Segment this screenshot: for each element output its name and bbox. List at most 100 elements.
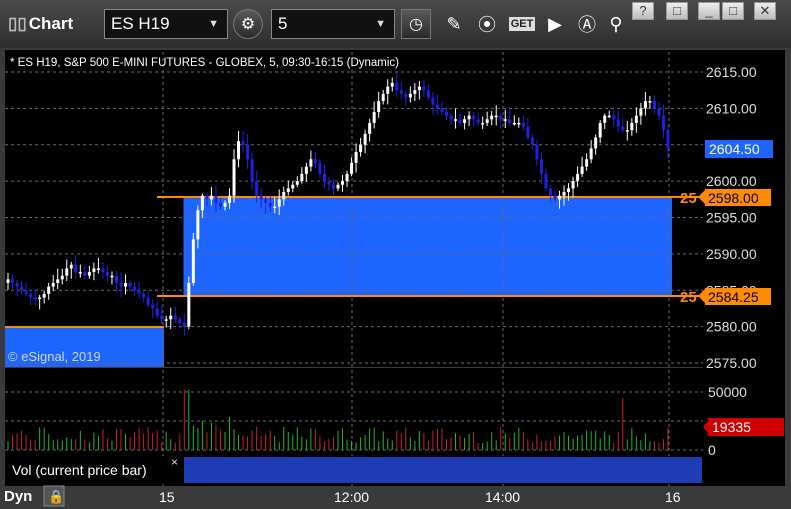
candle-body	[146, 297, 150, 305]
candle-body	[160, 315, 164, 320]
candle-body	[60, 275, 64, 280]
candle-body	[155, 308, 159, 316]
candle-body	[327, 181, 331, 185]
candle-body	[124, 282, 128, 287]
candle-body	[33, 297, 37, 300]
candle-body	[598, 122, 602, 138]
candle-body	[512, 122, 516, 125]
candle-body	[69, 264, 73, 269]
candle-body	[576, 173, 580, 182]
mode-label[interactable]: Dyn	[4, 488, 32, 505]
time-tick-16: 16	[665, 489, 681, 505]
price-tick-label: 2580.00	[706, 319, 757, 335]
candle-body	[214, 195, 218, 203]
candle-body	[336, 184, 340, 189]
candle-body	[232, 159, 236, 196]
candle-body	[196, 210, 200, 240]
candle-body	[499, 115, 503, 120]
candle-body	[255, 181, 259, 196]
candle-body	[304, 166, 308, 174]
candle-body	[539, 159, 543, 174]
candle-body	[78, 272, 82, 274]
candle-body	[209, 195, 213, 200]
candle-body	[571, 181, 575, 189]
candle-body	[142, 293, 146, 298]
volume-bars	[7, 389, 669, 450]
candle-body	[277, 199, 281, 207]
candle-body	[51, 282, 55, 287]
candle-body	[607, 115, 611, 118]
candle-body	[83, 272, 87, 276]
candle-body	[377, 101, 381, 113]
candle-body	[178, 319, 182, 323]
volume-label-fill	[184, 457, 702, 483]
candle-body	[666, 130, 670, 149]
candle-body	[313, 159, 317, 163]
level-low-label: 2584.25	[708, 289, 759, 305]
candle-body	[544, 173, 548, 189]
price-tick-label: 2575.00	[706, 355, 757, 371]
candle-body	[634, 115, 638, 123]
candle-body	[426, 90, 430, 98]
candle-body	[309, 159, 313, 167]
candle-body	[616, 119, 620, 127]
price-tick-label: 2615.00	[706, 64, 757, 80]
candle-body	[413, 90, 417, 94]
candle-body	[11, 279, 15, 283]
time-tick-15: 15	[159, 489, 175, 505]
candle-body	[621, 126, 625, 131]
candle-body	[128, 282, 132, 287]
current-price-label: 2604.50	[709, 141, 760, 157]
candle-body	[381, 93, 385, 102]
candle-body	[490, 115, 494, 120]
candle-body	[643, 101, 647, 109]
candle-body	[345, 173, 349, 182]
candle-body	[435, 104, 439, 109]
candle-body	[399, 90, 403, 94]
candle-body	[472, 115, 476, 120]
level-low-marker-icon	[698, 289, 705, 303]
candle-body	[404, 93, 408, 98]
candle-body	[481, 122, 485, 125]
candle-body	[331, 184, 335, 189]
candle-body	[291, 184, 295, 189]
candle-body	[386, 86, 390, 94]
candle-body	[508, 119, 512, 123]
candle-body	[87, 272, 91, 276]
current-volume-label: 19335	[712, 419, 751, 435]
candle-body	[137, 290, 141, 294]
candle-body	[530, 137, 534, 145]
candle-body	[652, 101, 656, 109]
time-tick-12: 12:00	[334, 489, 369, 505]
candle-body	[444, 112, 448, 116]
candle-body	[119, 282, 123, 287]
candle-body	[494, 115, 498, 118]
candle-body	[603, 115, 607, 123]
chart-overlay: * ES H19, S&P 500 E-MINI FUTURES - GLOBE…	[4, 52, 784, 507]
candle-body	[29, 293, 33, 298]
volume-close-icon[interactable]: ×	[171, 455, 178, 469]
candle-body	[218, 202, 222, 207]
candle-body	[562, 192, 566, 196]
price-tick-label: 2595.00	[706, 210, 757, 226]
candle-body	[580, 166, 584, 174]
candle-body	[521, 122, 525, 127]
candle-body	[449, 115, 453, 120]
candle-body	[372, 112, 376, 123]
candle-body	[237, 141, 241, 160]
candle-body	[182, 322, 186, 327]
candle-body	[363, 133, 367, 145]
price-tick-label: 2610.00	[706, 100, 757, 116]
candle-body	[567, 188, 571, 193]
candle-body	[503, 119, 507, 121]
candle-body	[187, 282, 191, 327]
candle-body	[191, 239, 195, 283]
candle-body	[273, 206, 277, 209]
candle-body	[101, 268, 105, 273]
candle-body	[535, 144, 539, 160]
candle-body	[630, 122, 634, 131]
candle-body	[354, 152, 358, 163]
candle-body	[463, 119, 467, 123]
candle-body	[169, 315, 173, 320]
candle-body	[612, 115, 616, 120]
